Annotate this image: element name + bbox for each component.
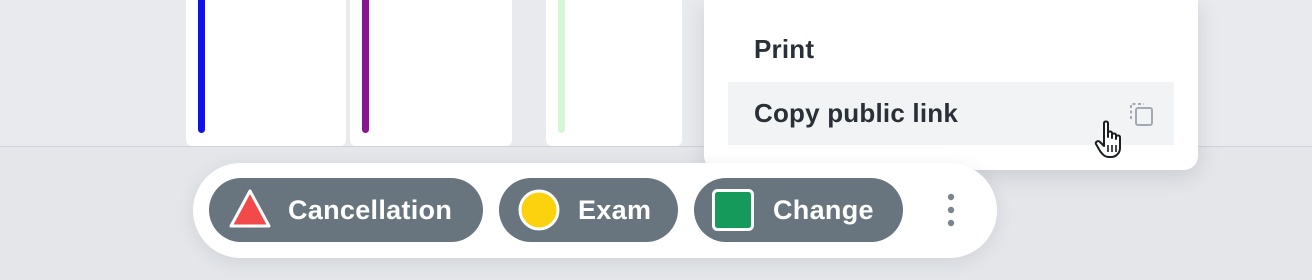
triangle-icon [229, 189, 271, 228]
copy-icon[interactable] [1127, 100, 1155, 128]
square-icon [712, 189, 754, 231]
legend-chip-change[interactable]: Change [694, 178, 903, 242]
chip-label: Cancellation [288, 195, 453, 225]
chip-label: Change [773, 195, 874, 225]
calendar-event-column-3[interactable] [546, 0, 682, 146]
share-menu: Print Copy public link [704, 0, 1198, 170]
kebab-menu-icon[interactable] [936, 191, 966, 231]
menu-item-label: Print [754, 34, 815, 64]
menu-item-print[interactable]: Print [728, 18, 1174, 81]
legend-toolbar: Cancellation Exam Change [193, 163, 997, 258]
event-color-stripe [362, 0, 369, 133]
legend-chip-exam[interactable]: Exam [499, 178, 678, 242]
circle-icon [518, 189, 560, 231]
event-color-stripe [198, 0, 205, 133]
legend-chip-cancellation[interactable]: Cancellation [209, 178, 483, 242]
menu-item-label: Copy public link [754, 98, 958, 128]
calendar-event-column-1[interactable] [186, 0, 346, 146]
chip-label: Exam [578, 195, 652, 225]
event-color-stripe [558, 0, 565, 133]
calendar-event-column-2[interactable] [350, 0, 512, 146]
hand-pointer-icon [1094, 120, 1121, 158]
